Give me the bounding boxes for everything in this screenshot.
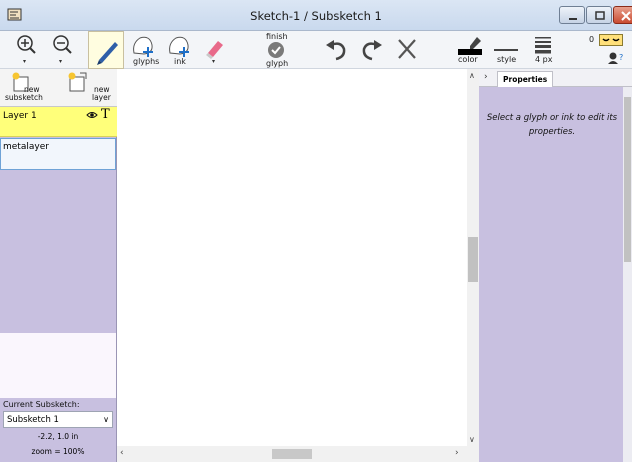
- close-icon: [621, 11, 631, 21]
- new-layer-label-2: layer: [92, 93, 111, 102]
- properties-scrollbar[interactable]: [623, 87, 632, 462]
- zoom-in-icon: [17, 35, 36, 54]
- line-style-icon: [494, 49, 518, 51]
- layer-name: Layer 1: [3, 111, 37, 121]
- line-weight-icon: [535, 37, 551, 54]
- ink-button[interactable]: ink: [164, 31, 194, 69]
- minimize-button[interactable]: [559, 6, 585, 24]
- new-subsketch-button[interactable]: new subsketch: [0, 69, 56, 107]
- properties-panel: › Properties Select a glyph or ink to ed…: [479, 69, 632, 462]
- finish-glyph-button[interactable]: finish glyph: [258, 31, 298, 69]
- title-bar: Sketch-1 / Subsketch 1: [0, 0, 632, 31]
- scroll-thumb[interactable]: [272, 449, 312, 459]
- zoom-in-button[interactable]: ▾: [14, 31, 40, 69]
- canvas-horizontal-scrollbar[interactable]: ‹ ›: [117, 446, 467, 462]
- cancel-button[interactable]: [394, 31, 420, 69]
- chevron-down-icon: ▾: [23, 58, 27, 65]
- stroke-size-label: 4 px: [535, 55, 553, 64]
- user-area: 0 ?: [586, 31, 632, 69]
- scroll-thumb[interactable]: [624, 97, 631, 262]
- chevron-right-icon[interactable]: ›: [484, 72, 488, 82]
- color-label: color: [458, 55, 478, 64]
- canvas-vertical-scrollbar[interactable]: ∧ ∨: [467, 69, 479, 462]
- toolbar: ▾ ▾ glyphs ink ▾ finish glyph color styl…: [0, 31, 632, 69]
- chevron-down-icon: ▾: [59, 58, 63, 65]
- check-circle-icon: [268, 42, 284, 58]
- glyph-label: glyph: [266, 59, 289, 68]
- minimize-icon: [569, 18, 577, 20]
- maximize-button[interactable]: [586, 6, 612, 24]
- properties-tabstrip: › Properties: [479, 69, 632, 87]
- pen-icon: [97, 42, 118, 65]
- properties-message: Select a glyph or ink to edit its proper…: [486, 113, 618, 137]
- user-help-icon[interactable]: ?: [607, 51, 627, 65]
- layer-item[interactable]: metalayer: [0, 138, 116, 170]
- eye-icon[interactable]: [86, 110, 98, 120]
- mood-face-button[interactable]: [599, 34, 623, 46]
- face-icon: [602, 38, 620, 42]
- eraser-button[interactable]: ▾: [200, 31, 228, 69]
- glyphs-label: glyphs: [133, 57, 160, 66]
- pen-tool-button[interactable]: [88, 31, 124, 69]
- stroke-count: 0: [589, 35, 595, 44]
- scroll-left-icon[interactable]: ‹: [120, 448, 124, 458]
- layer-spacer: [0, 333, 116, 398]
- style-label: style: [497, 55, 517, 64]
- undo-icon: [326, 40, 346, 61]
- tab-properties[interactable]: Properties: [497, 71, 553, 87]
- drawing-canvas[interactable]: [117, 69, 467, 446]
- scroll-thumb[interactable]: [468, 237, 478, 282]
- scroll-down-icon[interactable]: ∨: [469, 435, 475, 444]
- layer-tools: new subsketch new layer: [0, 69, 117, 107]
- finish-label: finish: [266, 32, 288, 41]
- glyphs-button[interactable]: glyphs: [128, 31, 160, 69]
- subsketch-select[interactable]: Subsketch 1 ∨: [3, 411, 113, 428]
- text-layer-icon[interactable]: T: [101, 107, 110, 122]
- window-title: Sketch-1 / Subsketch 1: [250, 9, 382, 23]
- close-button[interactable]: [613, 6, 632, 24]
- layer-name: metalayer: [3, 142, 49, 152]
- new-layer-icon: [68, 72, 87, 92]
- subsketch-value: Subsketch 1: [7, 415, 59, 425]
- current-subsketch-label: Current Subsketch:: [3, 400, 80, 409]
- color-button[interactable]: color: [455, 31, 485, 69]
- chevron-down-icon: ▾: [212, 58, 216, 65]
- svg-text:?: ?: [619, 53, 623, 62]
- stroke-size-button[interactable]: 4 px: [530, 31, 556, 69]
- eraser-icon: [206, 41, 223, 59]
- scroll-right-icon[interactable]: ›: [455, 448, 459, 458]
- cursor-coords: -2.2, 1.0 in: [37, 432, 79, 441]
- add-glyph-icon: [133, 36, 153, 57]
- layer-item[interactable]: Layer 1 T: [0, 107, 117, 137]
- redo-button[interactable]: [355, 31, 385, 69]
- scroll-up-icon[interactable]: ∧: [469, 71, 475, 80]
- style-button[interactable]: style: [491, 31, 521, 69]
- zoom-out-icon: [53, 35, 72, 54]
- layers-panel: new subsketch new layer Layer 1 T metala…: [0, 69, 117, 462]
- tab-properties-label: Properties: [503, 75, 548, 84]
- zoom-out-button[interactable]: ▾: [50, 31, 76, 69]
- ink-label: ink: [174, 57, 186, 66]
- redo-icon: [362, 40, 382, 61]
- new-layer-button[interactable]: new layer: [58, 69, 114, 107]
- chevron-down-icon: ∨: [103, 415, 109, 424]
- maximize-icon: [595, 11, 605, 20]
- undo-button[interactable]: [320, 31, 350, 69]
- zoom-level: zoom = 100%: [31, 447, 85, 456]
- close-icon: [398, 39, 416, 59]
- add-ink-icon: [169, 36, 189, 57]
- new-subsketch-label-2: subsketch: [5, 93, 43, 102]
